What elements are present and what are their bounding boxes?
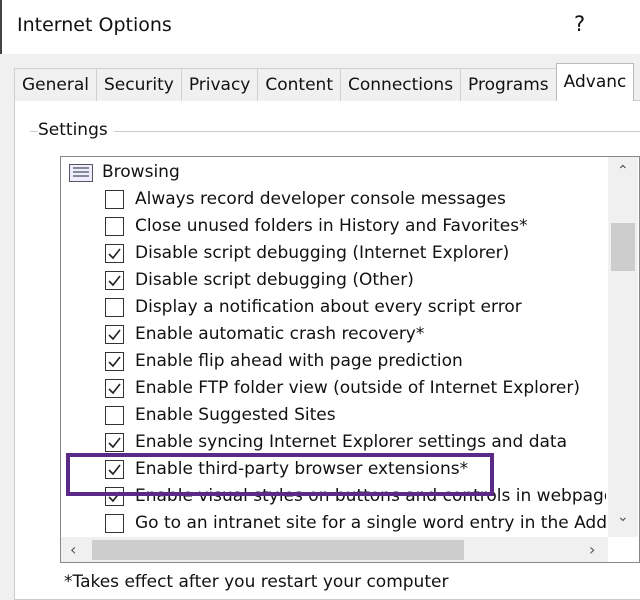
tab-content[interactable]: Content <box>257 68 341 101</box>
settings-list[interactable]: Browsing Go to an intranet site for a si… <box>60 156 640 563</box>
setting-item[interactable]: Disable script debugging (Other) <box>61 267 606 294</box>
setting-item[interactable]: Enable flip ahead with page prediction <box>61 348 606 375</box>
horizontal-scrollbar[interactable]: ‹ › <box>61 537 608 562</box>
group-header-browsing: Browsing <box>61 159 601 186</box>
tab-privacy[interactable]: Privacy <box>180 68 259 101</box>
setting-item[interactable]: Enable syncing Internet Explorer setting… <box>61 429 606 456</box>
group-label: Browsing <box>102 162 180 182</box>
checkbox-checked[interactable] <box>105 271 124 290</box>
vertical-scroll-thumb[interactable] <box>611 223 635 271</box>
checkmark-icon <box>108 329 121 341</box>
checkbox-unchecked[interactable] <box>105 514 124 533</box>
scroll-right-icon[interactable]: › <box>589 540 595 559</box>
checkbox-unchecked[interactable] <box>105 190 124 209</box>
footnote: *Takes effect after you restart your com… <box>64 572 449 592</box>
setting-item[interactable]: Enable automatic crash recovery* <box>61 321 606 348</box>
checkmark-icon <box>108 356 121 368</box>
setting-item[interactable]: Disable script debugging (Internet Explo… <box>61 240 606 267</box>
setting-label: Enable automatic crash recovery* <box>135 324 425 344</box>
checkbox-checked[interactable] <box>105 325 124 344</box>
highlight-box <box>66 453 494 496</box>
settings-divider <box>30 131 640 132</box>
tab-bar: General Security Privacy Content Connections… <box>14 63 635 101</box>
checkbox-checked[interactable] <box>105 433 124 452</box>
setting-label: Enable flip ahead with page prediction <box>135 351 463 371</box>
checkmark-icon <box>108 248 121 260</box>
vertical-scrollbar[interactable]: ⌃ ⌄ <box>608 157 638 537</box>
setting-label: Close unused folders in History and Favo… <box>135 216 528 236</box>
tab-programs[interactable]: Programs <box>460 68 557 101</box>
checkbox-unchecked[interactable] <box>105 298 124 317</box>
setting-item[interactable]: Go to an intranet site for a single word… <box>61 510 606 537</box>
setting-item[interactable]: Enable FTP folder view (outside of Inter… <box>61 375 606 402</box>
setting-label: Go to an intranet site for a single word… <box>135 513 606 533</box>
tab-security[interactable]: Security <box>96 68 182 101</box>
setting-label: Disable script debugging (Other) <box>135 270 414 290</box>
scroll-down-icon[interactable]: ⌄ <box>617 509 629 525</box>
checkmark-icon <box>108 437 121 449</box>
tab-advanc[interactable]: Advanc <box>555 63 635 101</box>
setting-label: Always record developer console messages <box>135 189 506 209</box>
checkmark-icon <box>108 275 121 287</box>
title-bar: Internet Options ? <box>0 0 640 54</box>
checkbox-checked[interactable] <box>105 352 124 371</box>
checkbox-unchecked[interactable] <box>105 217 124 236</box>
setting-label: Display a notification about every scrip… <box>135 297 522 317</box>
checkmark-icon <box>108 383 121 395</box>
setting-label: Enable FTP folder view (outside of Inter… <box>135 378 580 398</box>
scroll-up-icon[interactable]: ⌃ <box>617 163 629 179</box>
setting-item[interactable]: Display a notification about every scrip… <box>61 294 606 321</box>
help-button[interactable]: ? <box>574 12 585 36</box>
scroll-left-icon[interactable]: ‹ <box>70 540 76 559</box>
tab-general[interactable]: General <box>14 68 97 101</box>
setting-label: Enable Suggested Sites <box>135 405 336 425</box>
setting-item[interactable]: Always record developer console messages <box>61 186 606 213</box>
horizontal-scroll-thumb[interactable] <box>92 540 464 560</box>
checkbox-unchecked[interactable] <box>105 406 124 425</box>
checkbox-checked[interactable] <box>105 244 124 263</box>
setting-label: Enable syncing Internet Explorer setting… <box>135 432 568 452</box>
settings-label: Settings <box>38 120 114 140</box>
window-title: Internet Options <box>17 14 172 36</box>
setting-item[interactable]: Close unused folders in History and Favo… <box>61 213 606 240</box>
list-group-icon <box>69 164 93 182</box>
checkbox-checked[interactable] <box>105 379 124 398</box>
setting-item[interactable]: Enable Suggested Sites <box>61 402 606 429</box>
tab-connections[interactable]: Connections <box>340 68 462 101</box>
setting-label: Disable script debugging (Internet Explo… <box>135 243 510 263</box>
